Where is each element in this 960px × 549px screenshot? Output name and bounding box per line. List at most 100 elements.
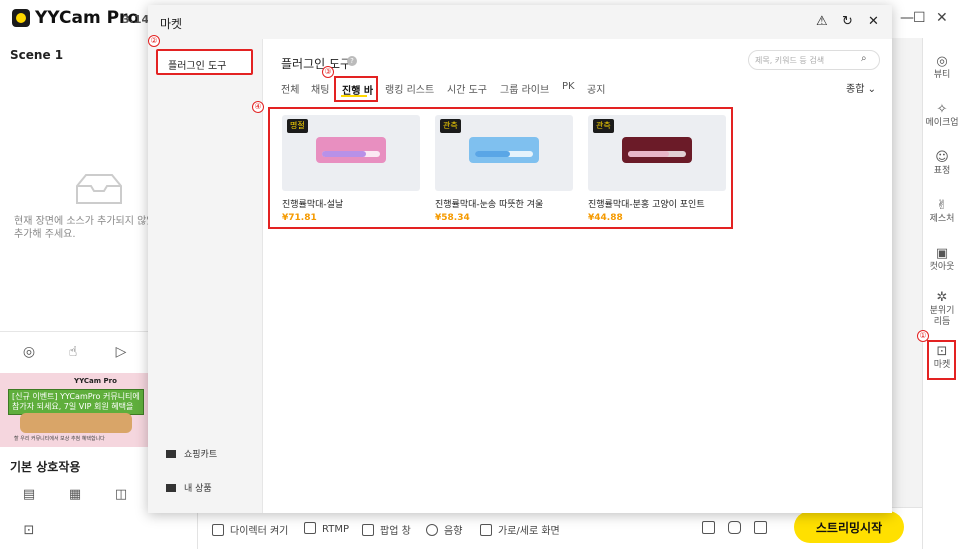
snapshot-icon[interactable] <box>728 521 741 534</box>
gesture-source-icon[interactable]: ☝ <box>64 343 82 361</box>
gift-icon[interactable]: ▤ <box>20 486 38 504</box>
product-title: 진행률막대-눈송 따뜻한 겨울 <box>435 200 544 210</box>
sort-dropdown[interactable]: 종합 ⌄ <box>846 80 876 95</box>
callout-marker-2: ② <box>148 35 160 47</box>
cart-icon <box>166 450 176 458</box>
content-title: 플러그인 도구 <box>281 57 352 71</box>
product-card[interactable]: 명절 진행률막대-설날 ¥71.81 <box>282 115 420 223</box>
sidebar-item-plugin-tools[interactable]: 플러그인 도구 <box>156 49 253 75</box>
callout-marker-3: ③ <box>322 66 334 78</box>
product-card[interactable]: 관측 진행률막대-분홍 고양이 포인트 ¥44.88 <box>588 115 726 223</box>
product-badge: 관측 <box>593 119 614 133</box>
close-icon[interactable]: ✕ <box>868 14 879 29</box>
director-icon <box>212 524 224 536</box>
tab-all[interactable]: 전체 <box>281 81 299 96</box>
market-highlight <box>927 340 956 380</box>
tab-ranking[interactable]: 랭킹 리스트 <box>385 81 434 96</box>
progress-bar-preview <box>469 137 539 163</box>
help-icon[interactable]: ? <box>347 56 357 66</box>
callout-marker-1: ① <box>917 330 929 342</box>
source-toolbar: ◎ ☝ ▷ <box>20 343 140 363</box>
product-title: 진행률막대-분홍 고양이 포인트 <box>588 200 705 210</box>
makeup-button[interactable]: ✧ 메이크업 <box>923 102 960 129</box>
app-logo-icon <box>12 9 30 27</box>
atmosphere-button[interactable]: ✲ 분위기 리듬 <box>923 290 960 328</box>
gesture-icon: ✌ <box>936 198 948 213</box>
gesture-button[interactable]: ✌ 제스처 <box>923 198 960 225</box>
start-streaming-button[interactable]: 스트리밍시작 <box>794 511 904 543</box>
tab-progress-bar[interactable]: 진행 바 <box>334 76 378 102</box>
product-thumbnail: 관측 <box>588 115 726 191</box>
product-thumbnail: 명절 <box>282 115 420 191</box>
product-badge: 명절 <box>287 119 308 133</box>
devices-icon[interactable]: ◫ <box>112 486 130 504</box>
orientation-button[interactable]: 가로/세로 화면 <box>480 522 560 537</box>
orientation-icon <box>480 524 492 536</box>
beauty-button[interactable]: ◎ 뷰티 <box>923 54 960 81</box>
media-source-icon[interactable]: ▷ <box>112 343 130 361</box>
search-icon[interactable]: ⌕ <box>861 53 867 64</box>
banner-text: [신규 이벤트] YYCamPro 커뮤니티에 참가자 되세요, 7일 VIP … <box>8 389 144 415</box>
smile-icon: ☺ <box>935 150 949 165</box>
split-view-icon[interactable] <box>702 521 715 534</box>
camera-source-icon[interactable]: ◎ <box>20 343 38 361</box>
product-card[interactable]: 관측 진행률막대-눈송 따뜻한 겨울 ¥58.34 <box>435 115 573 223</box>
cutout-button[interactable]: ▣ 컷아웃 <box>923 246 960 273</box>
chart-icon[interactable]: ▦ <box>66 486 84 504</box>
sound-icon <box>426 524 438 536</box>
chevron-down-icon: ⌄ <box>867 84 876 95</box>
minimize-button[interactable]: — <box>900 10 914 26</box>
director-button[interactable]: 다이렉터 켜기 <box>212 522 288 537</box>
banner-logo: YYCam Pro <box>74 377 117 385</box>
rtmp-icon <box>304 522 316 534</box>
market-content: 플러그인 도구 ? ⌕ 전체 채팅 진행 바 랭킹 리스트 시간 도구 그룹 라… <box>263 39 892 513</box>
product-title: 진행률막대-설날 <box>282 200 344 210</box>
empty-box-icon <box>76 174 122 204</box>
search-box: ⌕ <box>748 50 880 70</box>
banner-animals-image <box>20 413 132 433</box>
beauty-icon: ◎ <box>936 54 948 69</box>
scene-title: Scene 1 <box>10 48 64 62</box>
tab-group-live[interactable]: 그룹 라이브 <box>500 81 549 96</box>
event-banner[interactable]: YYCam Pro [신규 이벤트] YYCamPro 커뮤니티에 참가자 되세… <box>0 373 148 447</box>
popup-icon <box>362 524 374 536</box>
sound-button[interactable]: 음향 <box>426 522 462 537</box>
product-price: ¥44.88 <box>588 213 623 223</box>
makeup-icon: ✧ <box>936 102 948 117</box>
tab-active-underline <box>341 95 367 97</box>
warning-icon[interactable]: ⚠ <box>816 14 828 29</box>
interaction-toolbar: ▤ ▦ ◫ ⊡ <box>20 486 150 546</box>
search-input[interactable] <box>755 54 855 67</box>
sidebar-item-cart[interactable]: 쇼핑카트 <box>166 447 217 460</box>
sparkle-icon: ✲ <box>936 290 948 305</box>
product-price: ¥71.81 <box>282 213 317 223</box>
my-items-icon <box>166 484 176 492</box>
product-thumbnail: 관측 <box>435 115 573 191</box>
product-price: ¥58.34 <box>435 213 470 223</box>
bottom-toolbar: 다이렉터 켜기 RTMP 팝업 창 음향 가로/세로 화면 스트리밍시작 <box>198 507 922 549</box>
expression-button[interactable]: ☺ 표정 <box>923 150 960 177</box>
popup-button[interactable]: 팝업 창 <box>362 522 411 537</box>
sidebar-item-my-items[interactable]: 내 상품 <box>166 481 212 494</box>
basic-interaction-title: 기본 상호작용 <box>10 460 81 474</box>
rtmp-button[interactable]: RTMP <box>304 522 349 535</box>
tab-pk[interactable]: PK <box>562 81 575 92</box>
modal-title: 마켓 <box>160 17 183 31</box>
banner-footer: 할 우리 커뮤니티에서 보상 추첨 혜택합니다 <box>14 436 105 442</box>
progress-bar-preview <box>622 137 692 163</box>
tab-notice[interactable]: 공지 <box>587 81 605 96</box>
market-modal: 마켓 ⚠ ↻ ✕ 플러그인 도구 쇼핑카트 내 상품 플러그인 도구 ? ⌕ 전… <box>148 5 892 513</box>
tab-time-tools[interactable]: 시간 도구 <box>447 81 487 96</box>
product-badge: 관측 <box>440 119 461 133</box>
record-icon[interactable] <box>754 521 767 534</box>
refresh-icon[interactable]: ↻ <box>842 14 853 29</box>
right-toolbar: ◎ 뷰티 ✧ 메이크업 ☺ 표정 ✌ 제스처 ▣ 컷아웃 ✲ 분위기 리듬 ⊡ … <box>922 38 960 549</box>
close-window-button[interactable]: ✕ <box>936 10 948 26</box>
tab-chat[interactable]: 채팅 <box>311 81 329 96</box>
cutout-icon: ▣ <box>935 246 949 261</box>
maximize-button[interactable]: ☐ <box>913 10 926 26</box>
market-sidebar: 플러그인 도구 쇼핑카트 내 상품 <box>148 39 263 513</box>
callout-marker-4: ④ <box>252 101 264 113</box>
market-small-icon[interactable]: ⊡ <box>20 522 38 540</box>
product-list: 명절 진행률막대-설날 ¥71.81 관측 진행률막대-눈송 따뜻한 겨울 ¥5… <box>268 107 733 229</box>
